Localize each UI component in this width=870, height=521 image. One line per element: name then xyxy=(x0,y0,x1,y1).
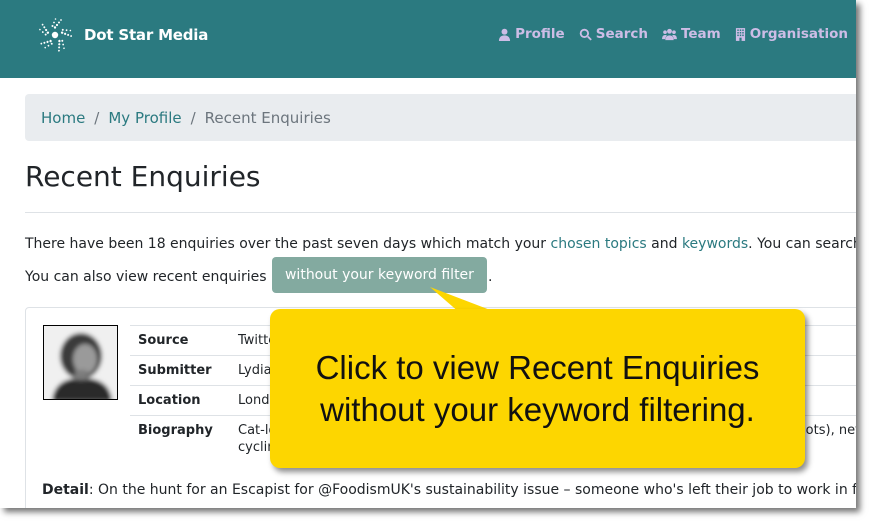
field-label-location: Location xyxy=(130,385,230,416)
nav-profile[interactable]: Profile xyxy=(498,26,565,42)
breadcrumb-separator: / xyxy=(190,108,196,127)
page-title: Recent Enquiries xyxy=(25,160,261,193)
main-nav: Profile Search Team Organisation xyxy=(498,26,848,42)
intro-text-segment: . You can search xyxy=(748,236,856,252)
callout-text: Click to view Recent Enquiries without y… xyxy=(316,347,760,431)
intro-text-segment: You can also view recent enquiries xyxy=(25,269,271,285)
person-photo-icon xyxy=(44,326,117,399)
nav-team[interactable]: Team xyxy=(662,26,721,42)
user-icon xyxy=(499,28,511,41)
title-divider xyxy=(25,212,856,213)
intro-text-segment: and xyxy=(646,236,682,252)
intro-line-1: There have been 18 enquiries over the pa… xyxy=(25,230,856,259)
chosen-topics-link[interactable]: chosen topics xyxy=(551,236,647,252)
enquiry-detail: Detail: On the hunt for an Escapist for … xyxy=(42,482,856,498)
nav-search[interactable]: Search xyxy=(579,26,648,42)
browser-viewport: Dot Star Media Profile Search Team Organ… xyxy=(0,0,856,508)
users-icon xyxy=(662,28,677,40)
building-icon xyxy=(735,27,745,41)
breadcrumb: Home / My Profile / Recent Enquiries xyxy=(25,94,856,141)
detail-label: Detail xyxy=(42,482,89,498)
dot-star-logo-icon xyxy=(37,18,74,53)
breadcrumb-separator: / xyxy=(94,108,100,127)
submitter-avatar xyxy=(43,325,118,400)
nav-profile-label: Profile xyxy=(515,26,565,42)
brand-name: Dot Star Media xyxy=(84,26,209,44)
breadcrumb-my-profile[interactable]: My Profile xyxy=(108,109,181,127)
nav-search-label: Search xyxy=(595,26,648,42)
field-label-submitter: Submitter xyxy=(130,355,230,386)
nav-team-label: Team xyxy=(680,26,721,42)
keywords-link[interactable]: keywords xyxy=(682,236,748,252)
nav-organisation-label: Organisation xyxy=(749,26,848,42)
breadcrumb-current: Recent Enquiries xyxy=(204,108,331,127)
callout-line-2: without your keyword filtering. xyxy=(320,390,755,428)
brand[interactable]: Dot Star Media xyxy=(34,14,208,56)
intro-text-segment: There have been 18 enquiries over the pa… xyxy=(25,236,551,252)
navbar: Dot Star Media Profile Search Team Organ… xyxy=(0,0,856,78)
field-label-biography: Biography xyxy=(130,415,230,462)
field-label-source: Source xyxy=(130,325,230,356)
annotation-callout: Click to view Recent Enquiries without y… xyxy=(270,309,805,468)
detail-text: : On the hunt for an Escapist for @Foodi… xyxy=(88,482,856,498)
breadcrumb-home[interactable]: Home xyxy=(41,109,85,127)
search-icon xyxy=(579,28,592,41)
callout-line-1: Click to view Recent Enquiries xyxy=(315,348,760,386)
nav-organisation[interactable]: Organisation xyxy=(735,26,848,42)
biography-visible-tail: (lots), net xyxy=(797,423,856,438)
